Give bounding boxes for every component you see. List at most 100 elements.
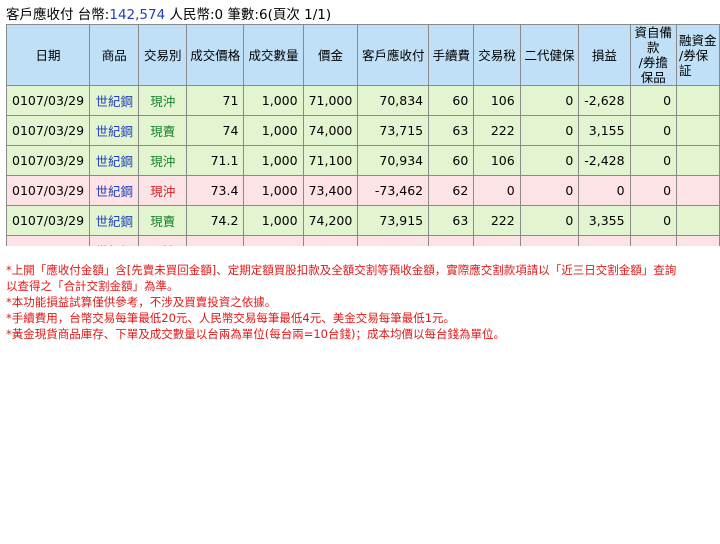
account-summary: 客戶應收付 台幣:142,574 人民幣:0 筆數:6(頁次 1/1) (6, 6, 331, 24)
col-header-tax: 交易稅 (473, 24, 521, 86)
table-cell-tax: 106 (473, 85, 521, 116)
col-header-margin: 融資金 /券保証 (676, 24, 720, 86)
table-cell-date: 0107/03/29 (6, 205, 91, 236)
col-header-pnl: 損益 (578, 24, 631, 86)
table-cell-quantity: 1,000 (243, 205, 304, 236)
table-cell-nhi: 0 (519, 235, 580, 246)
table-cell-fee: 60 (428, 85, 475, 116)
table-cell-nhi: 0 (519, 85, 580, 116)
table-cell-amount: 74,000 (302, 115, 359, 146)
table-cell-product[interactable]: 世紀鋼 (89, 205, 140, 236)
table-cell-amount: 71,100 (302, 145, 359, 176)
rmb-label: 人民幣: (169, 7, 215, 23)
table-header-row: 日期 商品 交易別 成交價格 成交數量 價金 客戶應收付 手續費 交易稅 二代健… (6, 24, 720, 86)
table-cell-nhi: 0 (519, 145, 580, 176)
table-cell-date: 0107/03/29 (6, 115, 91, 146)
table-cell-pnl: 3,355 (578, 205, 631, 236)
col-header-amount: 價金 (302, 24, 359, 86)
col-header-receivable: 客戶應收付 (357, 24, 430, 86)
table-cell-self-funds: 0 (629, 85, 678, 116)
table-cell-self-funds: 0 (629, 235, 678, 246)
table-cell-price: 74.2 (186, 205, 245, 236)
table-cell-receivable: 70,934 (357, 145, 430, 176)
table-cell-receivable: 73,915 (357, 205, 430, 236)
table-cell-price: 73.3 (186, 235, 245, 246)
table-cell-product[interactable]: 世紀鋼 (89, 235, 140, 246)
table-cell-self-funds: 0 (629, 115, 678, 146)
count-label: 筆數: (227, 7, 259, 23)
note-line: *黃金現貨商品庫存、下單及成交數量以台兩為單位(每台兩=10台錢)；成本均價以每… (6, 327, 505, 341)
table-cell-trade-type: 現沖 (138, 235, 188, 246)
table-cell-tax: 222 (473, 205, 521, 236)
table-cell-trade-type: 現賣 (138, 205, 188, 236)
table-cell-trade-type: 現沖 (138, 145, 188, 176)
col-header-fee: 手續費 (428, 24, 475, 86)
table-cell-product[interactable]: 世紀鋼 (89, 175, 140, 206)
twd-label: 台幣: (77, 7, 110, 23)
table-cell-product[interactable]: 世紀鋼 (89, 85, 140, 116)
table-cell-trade-type: 現賣 (138, 115, 188, 146)
table-cell-margin (676, 235, 720, 246)
receivables-table: 日期 商品 交易別 成交價格 成交數量 價金 客戶應收付 手續費 交易稅 二代健… (6, 24, 720, 246)
table-row: 0107/03/29 世紀鋼 現沖 71 1,000 71,000 70,834 60 106 0… (6, 85, 720, 116)
table-cell-receivable: 73,715 (357, 115, 430, 146)
table-cell-fee: 62 (428, 175, 475, 206)
table-cell-product[interactable]: 世紀鋼 (89, 145, 140, 176)
table-cell-receivable: -73,362 (357, 235, 430, 246)
table-cell-trade-type: 現沖 (138, 85, 188, 116)
table-cell-date: 0107/03/29 (6, 175, 91, 206)
table-cell-pnl: -2,428 (578, 145, 631, 176)
table-cell-amount: 71,000 (302, 85, 359, 116)
table-row: 0107/03/29 世紀鋼 現賣 74 1,000 74,000 73,715 63 222 0… (6, 115, 720, 146)
page-indicator: (頁次 1/1) (267, 7, 332, 23)
table-cell-nhi: 0 (519, 205, 580, 236)
table-cell-product[interactable]: 世紀鋼 (89, 115, 140, 146)
table-cell-fee: 63 (428, 115, 475, 146)
table-cell-fee: 60 (428, 145, 475, 176)
table-row: 0107/03/29 世紀鋼 現賣 74.2 1,000 74,200 73,915 63 22… (6, 205, 720, 236)
table-cell-nhi: 0 (519, 175, 580, 206)
table-row: 0107/03/29世紀鋼現沖73.31,00073,300-73,362620… (6, 235, 720, 246)
table-cell-margin (676, 85, 720, 116)
table-cell-self-funds: 0 (629, 205, 678, 236)
table-cell-quantity: 1,000 (243, 235, 304, 246)
col-header-product: 商品 (89, 24, 140, 86)
note-line: *上開「應收付金額」含[先賣未買回金額]、定期定額買股扣款及全額交割等預收金額，… (6, 263, 677, 277)
table-cell-quantity: 1,000 (243, 175, 304, 206)
col-header-price: 成交價格 (186, 24, 245, 86)
rmb-value: 0 (214, 7, 224, 23)
table-body: 0107/03/29 世紀鋼 現沖 71 1,000 71,000 70,834 60 106 0… (6, 85, 720, 246)
note-line: 以查得之「合計交割金額」為準。 (6, 279, 179, 293)
disclaimer-notes: *上開「應收付金額」含[先賣未買回金額]、定期定額買股扣款及全額交割等預收金額，… (6, 262, 720, 342)
receivables-table-container: 日期 商品 交易別 成交價格 成交數量 價金 客戶應收付 手續費 交易稅 二代健… (6, 24, 720, 246)
table-cell-nhi: 0 (519, 115, 580, 146)
table-cell-date: 0107/03/29 (6, 85, 91, 116)
table-cell-pnl: 3,155 (578, 115, 631, 146)
table-cell-fee: 62 (428, 235, 475, 246)
table-cell-quantity: 1,000 (243, 85, 304, 116)
table-cell-fee: 63 (428, 205, 475, 236)
count-value: 6 (259, 7, 268, 23)
table-cell-self-funds: 0 (629, 175, 678, 206)
col-header-trade-type: 交易別 (138, 24, 188, 86)
table-cell-date: 0107/03/29 (6, 145, 91, 176)
table-cell-pnl: 0 (578, 175, 631, 206)
table-cell-price: 71.1 (186, 145, 245, 176)
table-cell-tax: 0 (473, 175, 521, 206)
table-cell-margin (676, 205, 720, 236)
table-cell-amount: 74,200 (302, 205, 359, 236)
col-header-quantity: 成交數量 (243, 24, 304, 86)
table-cell-date: 0107/03/29 (6, 235, 91, 246)
table-cell-amount: 73,400 (302, 175, 359, 206)
col-header-nhi: 二代健保 (519, 24, 580, 86)
table-cell-quantity: 1,000 (243, 115, 304, 146)
table-cell-trade-type: 現沖 (138, 175, 188, 206)
table-row: 0107/03/29 世紀鋼 現沖 71.1 1,000 71,100 70,934 60 10… (6, 145, 720, 176)
table-cell-pnl: -2,628 (578, 85, 631, 116)
table-cell-receivable: 70,834 (357, 85, 430, 116)
note-line: *手續費用，台幣交易每筆最低20元、人民幣交易每筆最低4元、美金交易每筆最低1元… (6, 311, 456, 325)
table-row: 0107/03/29 世紀鋼 現沖 73.4 1,000 73,400 -73,462 62 0… (6, 175, 720, 206)
note-line: *本功能損益試算僅供參考，不涉及買賣投資之依據。 (6, 295, 277, 309)
twd-value: 142,574 (109, 7, 166, 23)
table-cell-tax: 106 (473, 145, 521, 176)
